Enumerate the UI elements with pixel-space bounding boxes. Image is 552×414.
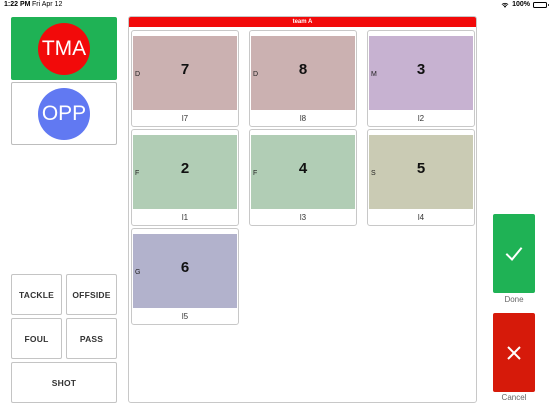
battery-percent: 100% [512, 1, 530, 8]
cancel-button[interactable] [493, 313, 535, 392]
checkmark-icon [505, 246, 523, 261]
offside-button[interactable]: OFFSIDE [66, 274, 117, 315]
team-tma-button[interactable]: TMA [11, 17, 117, 80]
player-label: l8 [299, 114, 307, 123]
status-time: 1:22 PM [4, 1, 31, 8]
player-card[interactable]: F 2 l1 [131, 129, 239, 226]
team-panel: team A D 7 l7 D 8 l8 M 3 l2 F 2 l1 F 4 l3 S 5 l4 G 6 l5 [128, 16, 477, 403]
player-label: l7 [181, 114, 189, 123]
player-label: l5 [181, 312, 189, 321]
team-tma-badge: TMA [38, 22, 90, 75]
team-opp-button[interactable]: OPP [11, 82, 117, 145]
shot-button[interactable]: SHOT [11, 362, 117, 403]
player-card[interactable]: D 7 l7 [131, 30, 239, 127]
player-label: l2 [417, 114, 425, 123]
cancel-label: Cancel [501, 393, 527, 402]
tackle-button[interactable]: TACKLE [11, 274, 62, 315]
player-label: l4 [417, 213, 425, 222]
status-bar: 1:22 PM Fri Apr 12 100% [0, 0, 552, 11]
player-number: 8 [298, 61, 308, 78]
panel-header: team A [129, 17, 476, 27]
done-label: Done [504, 295, 524, 304]
player-number: 7 [180, 61, 190, 78]
player-card[interactable]: G 6 l5 [131, 228, 239, 325]
close-icon [507, 345, 521, 360]
player-number: 4 [298, 160, 308, 177]
pass-button[interactable]: PASS [66, 318, 117, 359]
wifi-icon [501, 2, 509, 8]
player-card[interactable]: D 8 l8 [249, 30, 357, 127]
player-number: 5 [416, 160, 426, 177]
player-number: 6 [180, 259, 190, 276]
player-number: 2 [180, 160, 190, 177]
player-label: l1 [181, 213, 189, 222]
player-number: 3 [416, 61, 426, 78]
foul-button[interactable]: FOUL [11, 318, 62, 359]
player-card[interactable]: F 4 l3 [249, 129, 357, 226]
player-label: l3 [299, 213, 307, 222]
player-card[interactable]: S 5 l4 [367, 129, 475, 226]
team-tma-label: TMA [41, 36, 87, 60]
team-opp-label: OPP [41, 101, 87, 125]
team-opp-badge: OPP [38, 87, 90, 140]
player-card[interactable]: M 3 l2 [367, 30, 475, 127]
done-button[interactable] [493, 214, 535, 293]
battery-icon [533, 1, 549, 8]
status-date: Fri Apr 12 [32, 1, 63, 8]
